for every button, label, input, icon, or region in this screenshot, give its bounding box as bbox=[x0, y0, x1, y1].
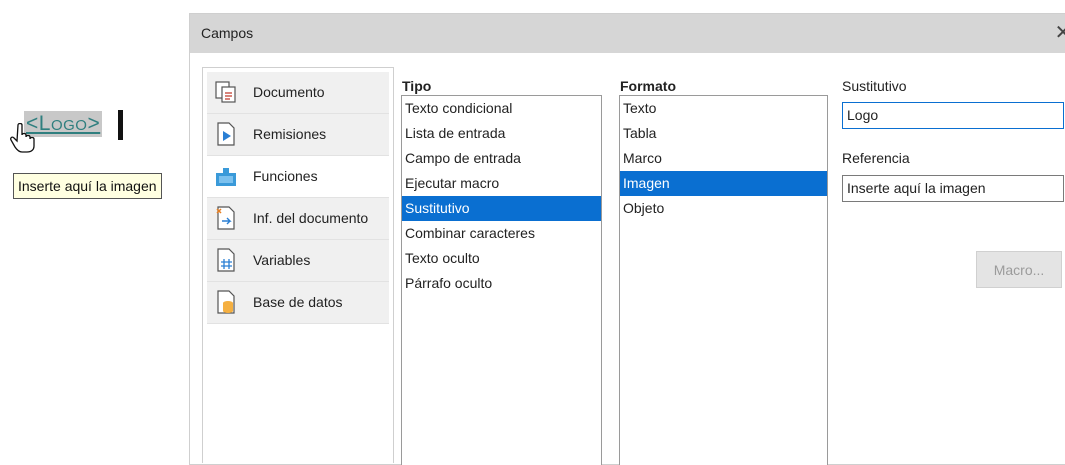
list-item-selected[interactable]: Imagen bbox=[620, 171, 827, 196]
tipo-list[interactable]: Texto condicional Lista de entrada Campo… bbox=[401, 95, 602, 465]
hand-pointer-icon bbox=[10, 123, 35, 153]
list-item[interactable]: Texto bbox=[620, 96, 827, 121]
tab-remisiones[interactable]: Remisiones bbox=[207, 114, 389, 156]
tab-label: Inf. del documento bbox=[253, 210, 369, 226]
dialog-title: Campos bbox=[201, 25, 254, 41]
list-item[interactable]: Ejecutar macro bbox=[402, 171, 601, 196]
tab-base-de-datos[interactable]: Base de datos bbox=[207, 282, 389, 324]
document-icon bbox=[215, 81, 236, 103]
macro-button[interactable]: Macro... bbox=[976, 251, 1062, 288]
tab-label: Variables bbox=[253, 252, 311, 268]
text-cursor bbox=[118, 110, 123, 140]
list-item[interactable]: Campo de entrada bbox=[402, 146, 601, 171]
database-icon bbox=[217, 290, 235, 314]
list-item[interactable]: Combinar caracteres bbox=[402, 221, 601, 246]
list-item[interactable]: Texto condicional bbox=[402, 96, 601, 121]
tab-label: Base de datos bbox=[253, 294, 343, 310]
cross-reference-icon bbox=[217, 122, 235, 146]
tooltip: Inserte aquí la imagen bbox=[13, 173, 162, 199]
list-item[interactable]: Texto oculto bbox=[402, 246, 601, 271]
fields-dialog: Campos ✕ Documento Remisiones Funciones … bbox=[189, 13, 1065, 465]
category-tabs: Documento Remisiones Funciones Inf. del … bbox=[202, 67, 394, 463]
list-item[interactable]: Objeto bbox=[620, 196, 827, 221]
functions-icon bbox=[216, 168, 236, 186]
tab-inf-documento[interactable]: Inf. del documento bbox=[207, 198, 389, 240]
formato-list[interactable]: Texto Tabla Marco Imagen Objeto bbox=[619, 95, 828, 465]
list-item[interactable]: Tabla bbox=[620, 121, 827, 146]
document-info-icon bbox=[216, 206, 235, 230]
referencia-input[interactable] bbox=[842, 175, 1064, 202]
list-item[interactable]: Marco bbox=[620, 146, 827, 171]
tab-label: Documento bbox=[253, 84, 325, 100]
list-item[interactable]: Lista de entrada bbox=[402, 121, 601, 146]
dialog-titlebar: Campos ✕ bbox=[190, 14, 1065, 53]
variables-icon bbox=[217, 248, 235, 272]
tipo-header: Tipo bbox=[402, 78, 432, 94]
formato-header: Formato bbox=[620, 78, 676, 94]
close-button[interactable]: ✕ bbox=[1048, 14, 1065, 53]
tab-documento[interactable]: Documento bbox=[207, 72, 389, 114]
sustitutivo-input[interactable] bbox=[842, 102, 1064, 129]
tab-label: Funciones bbox=[253, 168, 318, 184]
list-item-selected[interactable]: Sustitutivo bbox=[402, 196, 601, 221]
referencia-label: Referencia bbox=[842, 150, 910, 166]
tab-label: Remisiones bbox=[253, 126, 327, 142]
tab-variables[interactable]: Variables bbox=[207, 240, 389, 282]
sustitutivo-label: Sustitutivo bbox=[842, 78, 907, 94]
tab-funciones[interactable]: Funciones bbox=[207, 156, 389, 198]
list-item[interactable]: Párrafo oculto bbox=[402, 271, 601, 296]
